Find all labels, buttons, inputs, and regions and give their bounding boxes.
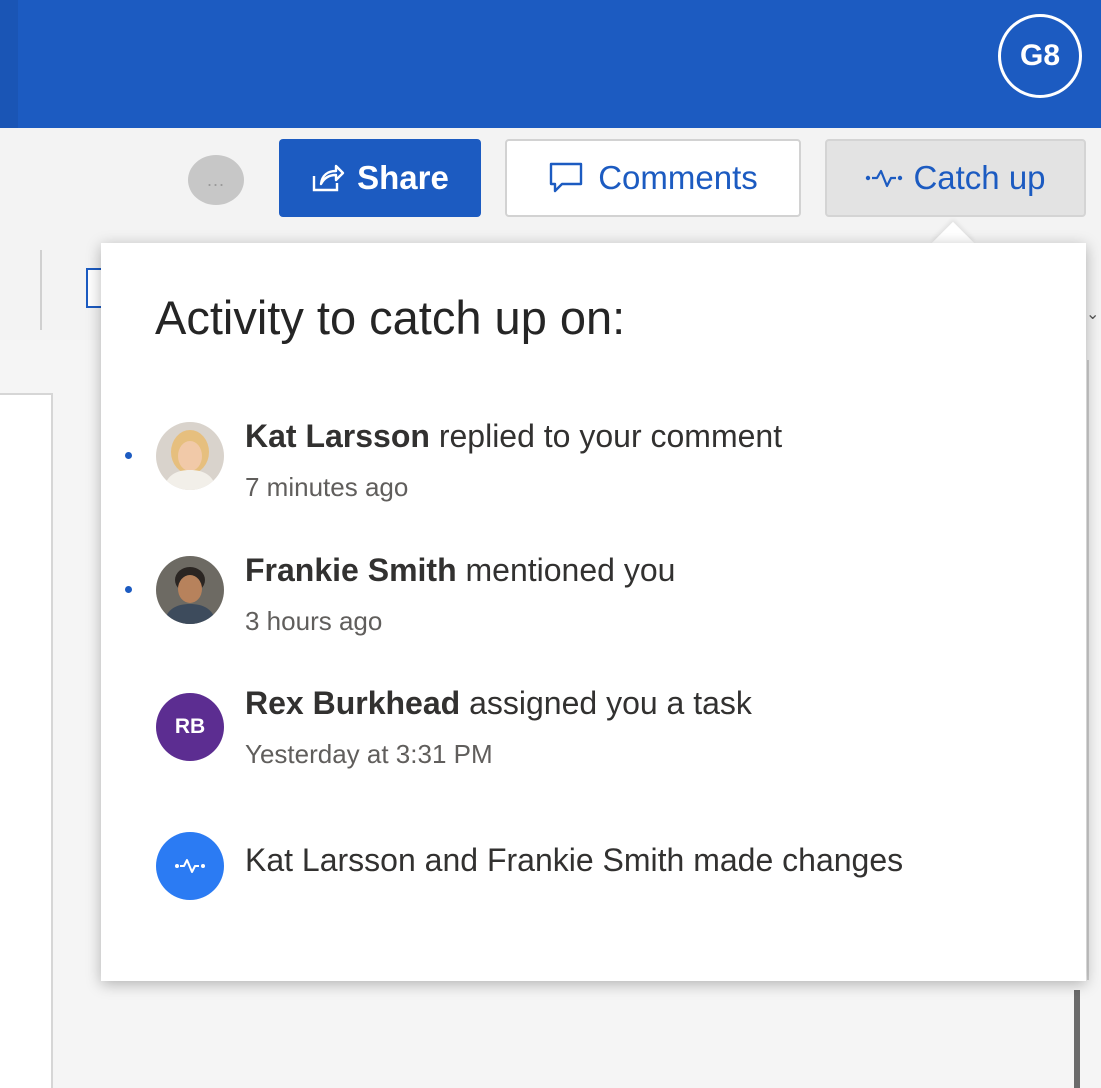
activity-icon (156, 832, 224, 900)
more-options-button[interactable]: ... (188, 155, 244, 205)
avatar-initials: RB (156, 693, 224, 761)
scrollbar-track-line (1087, 360, 1089, 980)
comments-button-label: Comments (598, 159, 758, 196)
activity-actor: Rex Burkhead (245, 685, 461, 721)
account-avatar-button[interactable]: G8 (998, 14, 1082, 98)
activity-text: Kat Larsson replied to your comment (245, 418, 782, 455)
account-initials: G8 (1019, 39, 1061, 72)
share-icon (312, 164, 345, 192)
ribbon-format-icon[interactable] (86, 268, 102, 308)
activity-actor: Kat Larsson (245, 418, 430, 454)
app-header-edge (0, 0, 18, 128)
document-page[interactable] (0, 393, 53, 1088)
more-options-label: ... (206, 169, 225, 190)
activity-actor: Frankie Smith (245, 552, 457, 588)
activity-time: 3 hours ago (245, 606, 383, 636)
activity-action: assigned you a task (469, 685, 752, 721)
ribbon-overflow-chevron-icon[interactable]: ⌄ (1086, 304, 1099, 324)
activity-text: Frankie Smith mentioned you (245, 552, 675, 589)
activity-action: replied to your comment (438, 418, 783, 454)
activity-summary: Kat Larsson and Frankie Smith made chang… (245, 842, 904, 878)
popover-title: Activity to catch up on: (155, 291, 626, 344)
comments-button[interactable]: Comments (505, 139, 801, 217)
activity-time: Yesterday at 3:31 PM (245, 739, 493, 769)
share-button[interactable]: Share (279, 139, 481, 217)
unread-indicator (125, 586, 132, 593)
activity-pulse-icon (866, 169, 903, 188)
avatar-frankie-smith (156, 556, 224, 624)
activity-time: 7 minutes ago (245, 472, 409, 502)
activity-action: mentioned you (465, 552, 676, 588)
avatar-rex-burkhead: RB (156, 693, 224, 761)
avatar-kat-larsson (156, 422, 224, 490)
catch-up-button[interactable]: Catch up (825, 139, 1086, 217)
catch-up-button-label: Catch up (913, 159, 1046, 196)
app-header (0, 0, 1101, 128)
scrollbar-thumb[interactable] (1074, 990, 1080, 1088)
comment-icon (550, 162, 583, 193)
ribbon-divider (40, 250, 42, 330)
share-button-label: Share (357, 159, 449, 196)
avatar-activity (156, 832, 224, 900)
activity-text: Rex Burkhead assigned you a task (245, 685, 752, 722)
unread-indicator (125, 452, 132, 459)
